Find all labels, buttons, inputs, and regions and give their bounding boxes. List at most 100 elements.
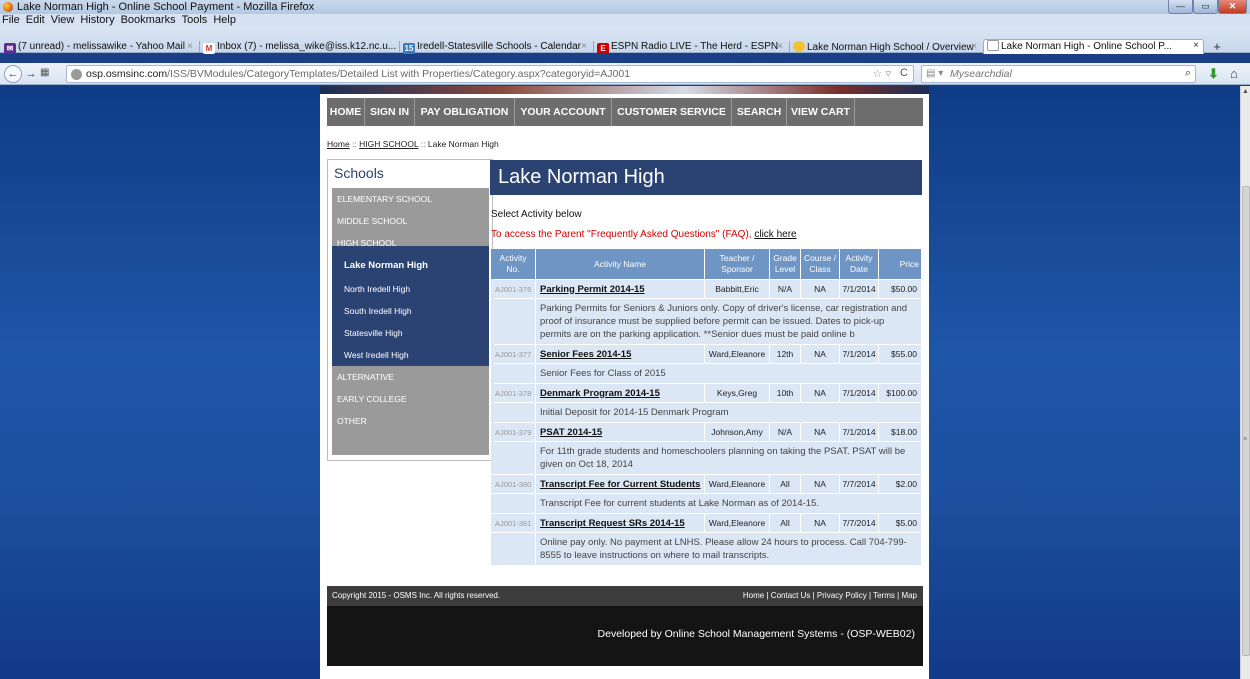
breadcrumb-current: Lake Norman High bbox=[427, 139, 499, 149]
tab-calendar[interactable]: 15 Iredell-Statesville Schools - Calendar… bbox=[403, 41, 591, 54]
tab-close-icon[interactable]: × bbox=[777, 41, 783, 53]
header-price: Price bbox=[879, 249, 921, 279]
menu-tools[interactable]: Tools bbox=[179, 14, 211, 27]
download-icon[interactable]: ⬇ bbox=[1208, 66, 1219, 82]
menu-view[interactable]: View bbox=[48, 14, 78, 27]
activity-date: 7/1/2014 bbox=[840, 384, 878, 402]
activity-course: NA bbox=[801, 384, 839, 402]
activity-link[interactable]: PSAT 2014-15 bbox=[540, 427, 602, 438]
activity-number: AJ001-376 bbox=[491, 280, 535, 298]
new-tab-button[interactable]: + bbox=[1209, 40, 1225, 54]
nav-sign-in[interactable]: SIGN IN bbox=[365, 98, 415, 126]
menu-help[interactable]: Help bbox=[210, 14, 239, 27]
back-button[interactable]: ← bbox=[4, 65, 22, 83]
footer-link-contact-us[interactable]: Contact Us bbox=[771, 591, 811, 600]
forward-button[interactable]: → bbox=[24, 67, 38, 81]
tab-close-icon[interactable]: × bbox=[1193, 40, 1199, 52]
bookmark-star-icon[interactable]: ☆ ▿ bbox=[873, 67, 891, 80]
activity-date: 7/1/2014 bbox=[840, 423, 878, 441]
activity-description: Senior Fees for Class of 2015 bbox=[536, 364, 921, 383]
tab-close-icon[interactable]: × bbox=[581, 41, 587, 53]
breadcrumb: Home :: HIGH SCHOOL :: Lake Norman High bbox=[327, 139, 499, 149]
menu-file[interactable]: File bbox=[0, 14, 23, 27]
nav-pay-obligation[interactable]: PAY OBLIGATION bbox=[415, 98, 515, 126]
firefox-icon bbox=[3, 2, 13, 12]
minimize-button[interactable]: — bbox=[1168, 0, 1193, 14]
activity-link[interactable]: Senior Fees 2014-15 bbox=[540, 349, 631, 360]
copyright-text: Copyright 2015 - OSMS Inc. All rights re… bbox=[332, 591, 501, 600]
activity-number: AJ001-380 bbox=[491, 475, 535, 493]
activity-grade: N/A bbox=[770, 423, 800, 441]
activity-description: Initial Deposit for 2014-15 Denmark Prog… bbox=[536, 403, 921, 422]
url-text[interactable]: osp.osmsinc.com/ISS/BVModules/CategoryTe… bbox=[86, 68, 630, 80]
search-engine-icon[interactable]: ▤ ▾ bbox=[926, 68, 943, 79]
footer-link-separator: | bbox=[812, 591, 815, 600]
footer-link-map[interactable]: Map bbox=[901, 591, 917, 600]
activity-link[interactable]: Denmark Program 2014-15 bbox=[540, 388, 660, 399]
nav-view-cart[interactable]: VIEW CART bbox=[787, 98, 855, 126]
tab-separator bbox=[199, 41, 200, 53]
sidebar-item-north-iredell-high[interactable]: North Iredell High bbox=[332, 278, 489, 300]
home-icon[interactable]: ⌂ bbox=[1230, 66, 1238, 81]
sidebar-item-lake-norman-high[interactable]: Lake Norman High bbox=[332, 254, 489, 278]
table-row: AJ001-377 Senior Fees 2014-15 Ward,Elean… bbox=[491, 345, 921, 363]
sidebar-item-other[interactable]: OTHER bbox=[332, 410, 489, 432]
tab-espn[interactable]: E ESPN Radio LIVE - The Herd - ESPN × bbox=[597, 41, 787, 54]
sidebar-item-alternative[interactable]: ALTERNATIVE bbox=[332, 366, 489, 388]
search-icon[interactable]: ⌕ bbox=[1185, 67, 1191, 80]
tab-close-icon[interactable]: × bbox=[187, 41, 193, 53]
table-row: AJ001-376 Parking Permit 2014-15 Babbitt… bbox=[491, 280, 921, 298]
mail-icon: ✉ bbox=[4, 43, 16, 54]
nav-your-account[interactable]: YOUR ACCOUNT bbox=[515, 98, 612, 126]
search-box[interactable]: ▤ ▾ ⌕ bbox=[921, 65, 1196, 83]
activity-teacher: Keys,Greg bbox=[705, 384, 769, 402]
maximize-button[interactable]: ▭ bbox=[1193, 0, 1218, 14]
page-list-icon[interactable]: ▦ bbox=[40, 67, 49, 78]
tab-close-icon[interactable]: × bbox=[971, 41, 977, 53]
sun-icon bbox=[793, 41, 805, 52]
search-input[interactable] bbox=[950, 68, 1170, 80]
activity-teacher: Ward,Eleanore bbox=[705, 475, 769, 493]
sidebar-item-elementary-school[interactable]: ELEMENTARY SCHOOL bbox=[332, 188, 489, 210]
sidebar-item-statesville-high[interactable]: Statesville High bbox=[332, 322, 489, 344]
sidebar-item-west-iredell-high[interactable]: West Iredell High bbox=[332, 344, 489, 366]
table-row: AJ001-381 Transcript Request SRs 2014-15… bbox=[491, 514, 921, 532]
activity-link[interactable]: Parking Permit 2014-15 bbox=[540, 284, 645, 295]
footer-link-terms[interactable]: Terms bbox=[873, 591, 895, 600]
menu-edit[interactable]: Edit bbox=[23, 14, 48, 27]
tab-online-school-payment[interactable]: Lake Norman High - Online School P... × bbox=[983, 39, 1204, 54]
description-spacer bbox=[491, 364, 535, 383]
tab-gmail-inbox[interactable]: M Inbox (7) - melissa_wike@iss.k12.nc.u..… bbox=[203, 41, 397, 54]
menu-history[interactable]: History bbox=[77, 14, 117, 27]
nav-home[interactable]: HOME bbox=[327, 98, 365, 126]
activity-link[interactable]: Transcript Fee for Current Students bbox=[540, 479, 700, 490]
address-bar[interactable]: osp.osmsinc.com/ISS/BVModules/CategoryTe… bbox=[66, 65, 914, 83]
window-title: Lake Norman High - Online School Payment… bbox=[17, 1, 315, 13]
scrollbar-thumb[interactable] bbox=[1242, 186, 1250, 656]
tab-lake-norman-overview[interactable]: Lake Norman High School / Overview × bbox=[793, 41, 981, 54]
footer-link-home[interactable]: Home bbox=[743, 591, 764, 600]
scroll-up-icon[interactable]: ▲ bbox=[1242, 88, 1249, 95]
sidebar-item-early-college[interactable]: EARLY COLLEGE bbox=[332, 388, 489, 410]
nav-search[interactable]: SEARCH bbox=[732, 98, 787, 126]
breadcrumb-home-link[interactable]: Home bbox=[327, 139, 350, 149]
nav-customer-service[interactable]: CUSTOMER SERVICE bbox=[612, 98, 732, 126]
sidebar-item-south-iredell-high[interactable]: South Iredell High bbox=[332, 300, 489, 322]
faq-link[interactable]: click here bbox=[754, 229, 796, 240]
activity-number: AJ001-378 bbox=[491, 384, 535, 402]
menu-bookmarks[interactable]: Bookmarks bbox=[118, 14, 179, 27]
close-window-button[interactable]: ✕ bbox=[1218, 0, 1247, 14]
tab-yahoo-mail[interactable]: ✉ (7 unread) - melissawike - Yahoo Mail × bbox=[4, 41, 197, 54]
breadcrumb-high-school-link[interactable]: HIGH SCHOOL bbox=[359, 139, 418, 149]
activity-date: 7/1/2014 bbox=[840, 280, 878, 298]
activity-name-cell: Senior Fees 2014-15 bbox=[536, 345, 704, 363]
vertical-scrollbar[interactable]: ▲ ≡ bbox=[1240, 86, 1250, 679]
footer-link-privacy-policy[interactable]: Privacy Policy bbox=[817, 591, 867, 600]
footer-link-separator: | bbox=[897, 591, 900, 600]
sidebar-heading: Schools bbox=[334, 165, 384, 181]
activity-number: AJ001-381 bbox=[491, 514, 535, 532]
sidebar-item-middle-school[interactable]: MIDDLE SCHOOL bbox=[332, 210, 489, 232]
reload-icon[interactable]: C bbox=[900, 67, 908, 79]
header-activity-date: Activity Date bbox=[840, 249, 878, 279]
activity-link[interactable]: Transcript Request SRs 2014-15 bbox=[540, 518, 685, 529]
